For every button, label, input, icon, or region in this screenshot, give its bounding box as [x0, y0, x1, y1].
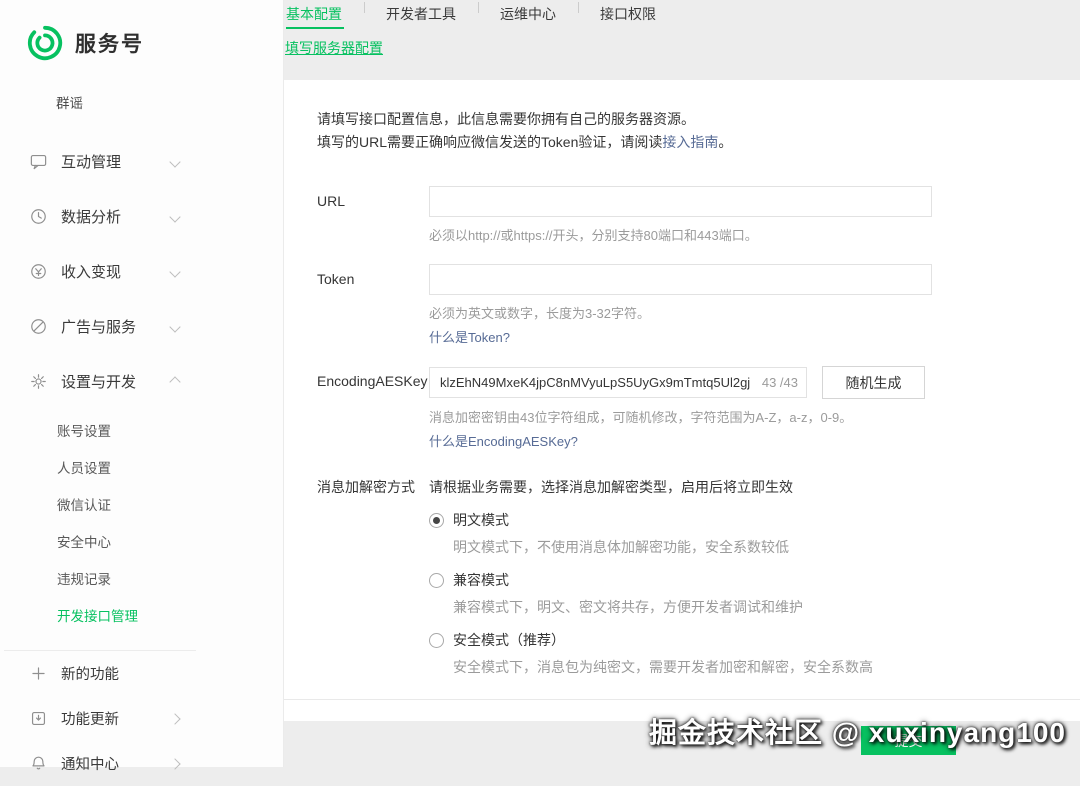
tab-api-permissions[interactable]: 接口权限	[578, 0, 678, 30]
chat-bubble-icon	[29, 152, 48, 171]
plaintext-mode-desc: 明文模式下，不使用消息体加解密功能，安全系数较低	[453, 537, 1040, 557]
sidebar-item-label: 数据分析	[61, 206, 121, 227]
clock-icon	[29, 207, 48, 226]
submenu-item-verification[interactable]: 微信认证	[0, 487, 283, 524]
chevron-down-icon	[169, 266, 180, 277]
sidebar-item-label: 广告与服务	[61, 316, 136, 337]
radio-secure-mode[interactable]: 安全模式（推荐）	[429, 630, 1040, 650]
brand: 服务号	[0, 0, 283, 62]
url-row: URL 必须以http://或https://开头，分别支持80端口和443端口…	[317, 186, 1040, 244]
sidebar-item-top[interactable]: 群谣	[56, 92, 283, 112]
crypto-mode-row: 消息加解密方式 请根据业务需要，选择消息加解密类型，启用后将立即生效 明文模式 …	[317, 470, 1040, 679]
access-guide-link[interactable]: 接入指南	[662, 134, 718, 150]
subnav-server-config-link[interactable]: 填写服务器配置	[285, 38, 383, 58]
server-config-panel: 请填写接口配置信息，此信息需要你拥有自己的服务器资源。 填写的URL需要正确响应…	[284, 80, 1080, 721]
sidebar-item-notifications[interactable]: 通知中心	[0, 741, 205, 786]
chevron-up-icon	[169, 376, 180, 387]
aeskey-label: EncodingAESKey	[317, 366, 429, 450]
sidebar-item-settings-dev[interactable]: 设置与开发	[0, 354, 205, 409]
chevron-right-icon	[169, 713, 180, 724]
submit-button[interactable]: 提交	[861, 726, 956, 755]
submenu-item-account[interactable]: 账号设置	[0, 413, 283, 450]
chevron-down-icon	[169, 321, 180, 332]
settings-submenu: 账号设置 人员设置 微信认证 安全中心 违规记录 开发接口管理	[0, 413, 283, 635]
sidebar-item-label: 新的功能	[61, 663, 119, 684]
aeskey-char-counter: 43 /43	[762, 367, 798, 398]
update-icon	[29, 709, 48, 728]
aeskey-hint: 消息加密密钥由43位字符组成，可随机修改，字符范围为A-Z，a-z，0-9。	[429, 407, 1040, 426]
chevron-down-icon	[169, 156, 180, 167]
random-generate-button[interactable]: 随机生成	[822, 366, 925, 399]
sidebar-item-monetization[interactable]: 收入变现	[0, 244, 205, 299]
tab-basic-config[interactable]: 基本配置	[284, 0, 364, 30]
brand-name: 服务号	[75, 28, 144, 58]
sidebar-item-label: 设置与开发	[61, 371, 136, 392]
plus-icon	[29, 664, 48, 683]
submenu-item-staff[interactable]: 人员设置	[0, 450, 283, 487]
tab-developer-tools[interactable]: 开发者工具	[364, 0, 478, 30]
sidebar-item-label: 互动管理	[61, 151, 121, 172]
sidebar-item-new-features[interactable]: 新的功能	[0, 651, 205, 696]
submenu-item-security[interactable]: 安全中心	[0, 524, 283, 561]
submenu-item-violations[interactable]: 违规记录	[0, 561, 283, 598]
app-root: 服务号 群谣 互动管理 数据分析 收入变	[0, 0, 1080, 767]
sidebar-item-feature-updates[interactable]: 功能更新	[0, 696, 205, 741]
aeskey-input[interactable]	[429, 367, 807, 398]
radio-unselected-icon[interactable]	[429, 573, 444, 588]
url-hint: 必须以http://或https://开头，分别支持80端口和443端口。	[429, 225, 1040, 244]
token-hint: 必须为英文或数字，长度为3-32字符。	[429, 303, 1040, 322]
server-config-form: URL 必须以http://或https://开头，分别支持80端口和443端口…	[317, 186, 1040, 679]
intro-line-2: 填写的URL需要正确响应微信发送的Token验证，请阅读接入指南。	[317, 131, 1040, 154]
form-divider	[284, 699, 1080, 700]
chevron-down-icon	[169, 211, 180, 222]
what-is-aeskey-link[interactable]: 什么是EncodingAESKey?	[429, 434, 578, 449]
coin-icon	[29, 262, 48, 281]
sidebar-menu: 互动管理 数据分析 收入变现 广告与服务	[0, 134, 283, 409]
submenu-item-dev-api[interactable]: 开发接口管理	[0, 598, 283, 635]
aeskey-row: EncodingAESKey 43 /43 随机生成 消息加密密钥由43位字符组…	[317, 366, 1040, 450]
radio-unselected-icon[interactable]	[429, 633, 444, 648]
ad-circle-icon	[29, 317, 48, 336]
service-account-logo-icon	[26, 24, 64, 62]
radio-plaintext-mode[interactable]: 明文模式	[429, 510, 1040, 530]
tab-ops-center[interactable]: 运维中心	[478, 0, 578, 30]
intro-text: 请填写接口配置信息，此信息需要你拥有自己的服务器资源。 填写的URL需要正确响应…	[317, 108, 1040, 154]
gear-icon	[29, 372, 48, 391]
intro-line-1: 请填写接口配置信息，此信息需要你拥有自己的服务器资源。	[317, 108, 1040, 131]
sidebar: 服务号 群谣 互动管理 数据分析 收入变	[0, 0, 284, 767]
url-input[interactable]	[429, 186, 932, 217]
sidebar-item-analytics[interactable]: 数据分析	[0, 189, 205, 244]
token-input[interactable]	[429, 264, 932, 295]
url-label: URL	[317, 186, 429, 244]
radio-selected-icon[interactable]	[429, 513, 444, 528]
crypto-mode-desc: 请根据业务需要，选择消息加解密类型，启用后将立即生效	[429, 470, 1040, 497]
token-row: Token 必须为英文或数字，长度为3-32字符。 什么是Token?	[317, 264, 1040, 346]
what-is-token-link[interactable]: 什么是Token?	[429, 330, 510, 345]
sidebar-item-label: 收入变现	[61, 261, 121, 282]
sidebar-item-interaction[interactable]: 互动管理	[0, 134, 205, 189]
compatible-mode-desc: 兼容模式下，明文、密文将共存，方便开发者调试和维护	[453, 597, 1040, 617]
radio-compatible-mode[interactable]: 兼容模式	[429, 570, 1040, 590]
sidebar-item-label: 功能更新	[61, 708, 119, 729]
chevron-right-icon	[169, 758, 180, 769]
bell-icon	[29, 754, 48, 773]
top-tab-bar: 基本配置 开发者工具 运维中心 接口权限	[284, 0, 1080, 30]
crypto-mode-label: 消息加解密方式	[317, 470, 429, 679]
sidebar-item-ads[interactable]: 广告与服务	[0, 299, 205, 354]
sidebar-item-label: 通知中心	[61, 753, 119, 774]
secure-mode-desc: 安全模式下，消息包为纯密文，需要开发者加密和解密，安全系数高	[453, 657, 1040, 677]
token-label: Token	[317, 264, 429, 346]
